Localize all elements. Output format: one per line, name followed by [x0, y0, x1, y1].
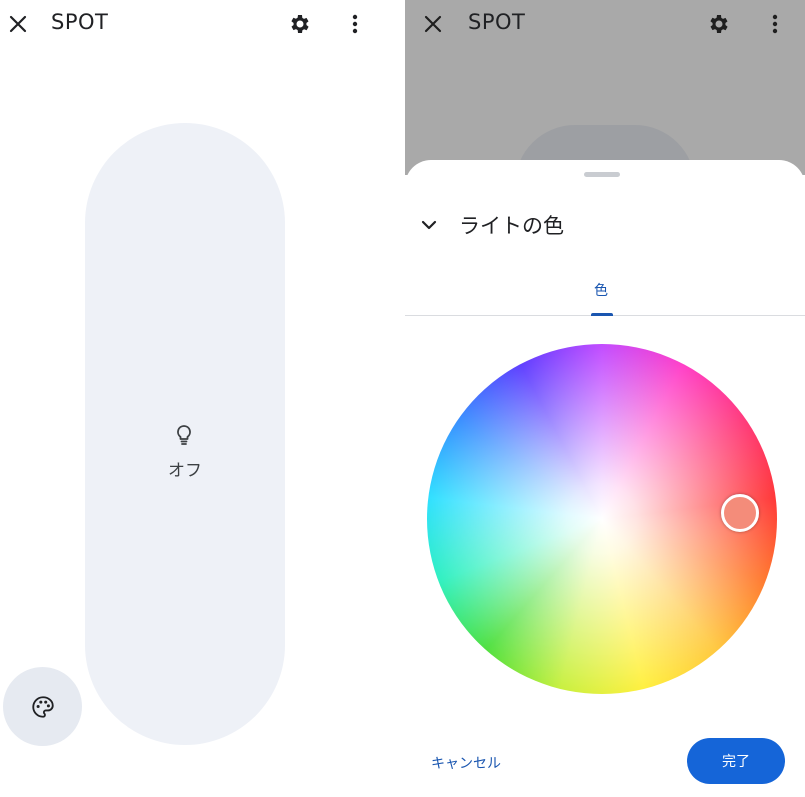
cancel-button[interactable]: キャンセル [431, 753, 501, 773]
more-vert-icon [352, 14, 358, 34]
more-vert-icon [772, 14, 778, 34]
sheet-header: ライトの色 [419, 210, 564, 240]
gear-icon [710, 15, 728, 33]
tab-bar: 色 [405, 272, 805, 316]
chevron-down-icon[interactable] [419, 215, 439, 235]
tab-color[interactable]: 色 [581, 280, 621, 300]
device-title: SPOT [468, 10, 526, 34]
dimmed-background[interactable]: SPOT [405, 0, 805, 245]
light-state-label: オフ [168, 461, 202, 481]
close-icon [9, 15, 27, 33]
drag-handle[interactable] [584, 172, 620, 177]
light-color-screen: SPOT ライトの色 色 キャンセル 完了 [405, 0, 805, 797]
more-options-button[interactable] [339, 8, 371, 40]
light-color-bottom-sheet: ライトの色 色 キャンセル 完了 [405, 160, 805, 797]
top-app-bar: SPOT [0, 0, 380, 48]
done-button[interactable]: 完了 [687, 738, 785, 784]
gear-icon [291, 15, 309, 33]
tab-indicator [591, 313, 613, 316]
device-title: SPOT [51, 10, 109, 34]
close-icon [424, 15, 442, 33]
sheet-title: ライトの色 [459, 214, 564, 238]
settings-button[interactable] [703, 8, 735, 40]
more-options-button[interactable] [759, 8, 791, 40]
close-button[interactable] [2, 8, 34, 40]
color-palette-button[interactable] [3, 667, 82, 746]
color-wheel-thumb[interactable] [721, 494, 759, 532]
palette-icon [31, 695, 54, 718]
lightbulb-icon [177, 425, 191, 445]
color-wheel[interactable] [427, 344, 777, 694]
close-button[interactable] [417, 8, 449, 40]
light-control-screen: SPOT オフ [0, 0, 380, 797]
settings-button[interactable] [284, 8, 316, 40]
